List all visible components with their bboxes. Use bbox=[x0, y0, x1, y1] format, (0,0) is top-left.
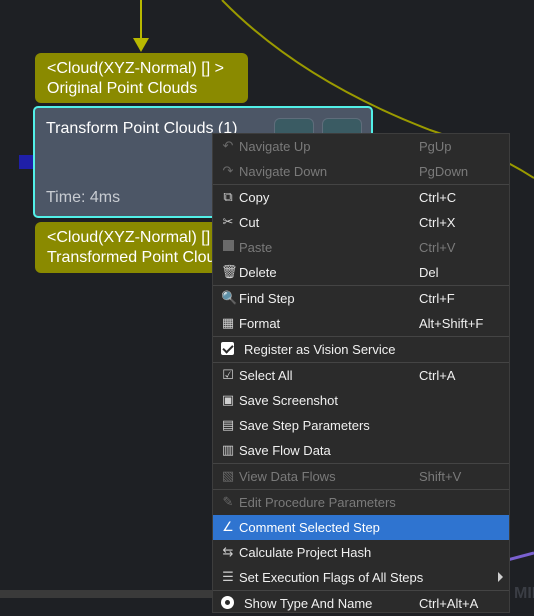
menu-item-copy[interactable]: ⧉ Copy Ctrl+C bbox=[213, 185, 509, 210]
data-flow-icon: ▧ bbox=[221, 468, 235, 483]
save-flow-icon: ▥ bbox=[221, 442, 235, 457]
paste-icon bbox=[221, 240, 235, 254]
menu-item-format[interactable]: ▦ Format Alt+Shift+F bbox=[213, 311, 509, 336]
trash-icon: 🗑 bbox=[221, 264, 238, 279]
input-port-type: <Cloud(XYZ-Normal) [] > bbox=[47, 60, 224, 77]
input-port-name: Original Point Clouds bbox=[47, 80, 198, 97]
cut-icon: ✂ bbox=[222, 214, 234, 229]
menu-item-navigate-up[interactable]: ↶ Navigate Up PgUp bbox=[213, 134, 509, 159]
menu-item-save-step-parameters[interactable]: ▤ Save Step Parameters bbox=[213, 413, 509, 438]
input-port-block[interactable]: <Cloud(XYZ-Normal) [] > Original Point C… bbox=[35, 53, 248, 103]
menu-item-paste[interactable]: Paste Ctrl+V bbox=[213, 235, 509, 260]
menu-item-set-execution-flags[interactable]: ☰ Set Execution Flags of All Steps bbox=[213, 565, 509, 590]
screenshot-icon: ▣ bbox=[221, 392, 235, 407]
output-port-type: <Cloud(XYZ-Normal) [] > bbox=[47, 229, 224, 246]
step-input-connector[interactable] bbox=[19, 155, 33, 169]
checkbox-checked-icon[interactable] bbox=[221, 342, 234, 355]
menu-item-save-flow-data[interactable]: ▥ Save Flow Data bbox=[213, 438, 509, 463]
radio-selected-icon[interactable] bbox=[221, 596, 234, 609]
select-all-icon: ☑ bbox=[222, 367, 234, 382]
menu-item-edit-procedure-parameters[interactable]: ✎ Edit Procedure Parameters bbox=[213, 490, 509, 515]
menu-item-view-data-flows[interactable]: ▧ View Data Flows Shift+V bbox=[213, 464, 509, 489]
submenu-arrow-icon bbox=[498, 572, 503, 582]
menu-item-save-screenshot[interactable]: ▣ Save Screenshot bbox=[213, 388, 509, 413]
menu-item-navigate-down[interactable]: ↷ Navigate Down PgDown bbox=[213, 159, 509, 184]
menu-item-select-all[interactable]: ☑ Select All Ctrl+A bbox=[213, 363, 509, 388]
save-parameters-icon: ▤ bbox=[221, 417, 235, 432]
edit-procedure-icon: ✎ bbox=[222, 494, 234, 509]
menu-item-delete[interactable]: 🗑 Delete Del bbox=[213, 260, 509, 285]
hash-icon: ⇆ bbox=[222, 544, 234, 559]
format-icon: ▦ bbox=[221, 315, 235, 330]
menu-item-comment-selected-step[interactable]: ∠ Comment Selected Step bbox=[213, 515, 509, 540]
horizontal-scrollbar[interactable] bbox=[0, 590, 212, 598]
step-time: Time: 4ms bbox=[46, 189, 121, 206]
context-menu: ↶ Navigate Up PgUp ↷ Navigate Down PgDow… bbox=[212, 133, 510, 613]
menu-item-cut[interactable]: ✂ Cut Ctrl+X bbox=[213, 210, 509, 235]
menu-item-find-step[interactable]: 🔍 Find Step Ctrl+F bbox=[213, 286, 509, 311]
menu-item-calculate-project-hash[interactable]: ⇆ Calculate Project Hash bbox=[213, 540, 509, 565]
comment-icon: ∠ bbox=[222, 519, 234, 534]
menu-item-register-vision-service[interactable]: Register as Vision Service bbox=[213, 337, 509, 362]
redo-icon: ↷ bbox=[222, 163, 234, 178]
step-title: Transform Point Clouds (1) bbox=[46, 120, 238, 137]
watermark-logo: MIND bbox=[514, 585, 534, 602]
menu-item-show-type-and-name[interactable]: Show Type And Name Ctrl+Alt+A bbox=[213, 591, 509, 616]
undo-icon: ↶ bbox=[222, 138, 234, 153]
flags-icon: ☰ bbox=[222, 569, 234, 584]
search-icon: 🔍 bbox=[221, 290, 238, 305]
output-port-name: Transformed Point Clouds bbox=[47, 249, 233, 266]
copy-icon: ⧉ bbox=[223, 189, 233, 204]
